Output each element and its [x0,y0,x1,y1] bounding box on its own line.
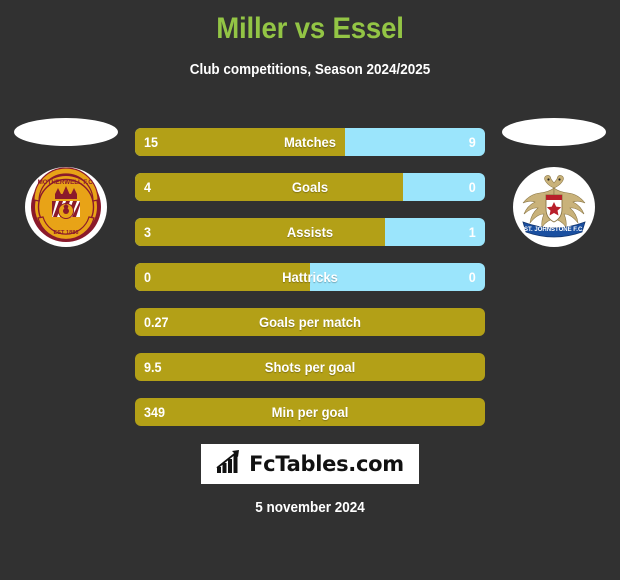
stat-row-min-per-goal: 349 Min per goal [135,398,485,426]
motherwell-fc-crest: MOTHERWELL F.C. EST 1886 [25,166,107,248]
svg-text:MOTHERWELL F.C.: MOTHERWELL F.C. [38,179,95,186]
page-subtitle: Club competitions, Season 2024/2025 [189,62,431,78]
stat-row-hattricks: 0 Hattricks 0 [135,263,485,291]
stat-label: Goals [291,179,329,195]
st-johnstone-fc-crest: ST. JOHNSTONE F.C. [513,166,595,248]
stat-row-goals-per-match: 0.27 Goals per match [135,308,485,336]
page-title: Miller vs Essel [216,12,404,45]
stats-list: 15 Matches 9 4 Goals 0 3 Assists 1 0 Hat… [135,128,485,443]
stat-label: Goals per match [258,314,362,330]
bar-chart-growth-icon [216,449,244,480]
away-value: 0 [468,269,476,285]
stat-label: Min per goal [271,404,349,420]
stat-label: Shots per goal [264,359,356,375]
away-player-photo [502,118,606,146]
svg-text:ST. JOHNSTONE F.C.: ST. JOHNSTONE F.C. [524,227,584,233]
away-value: 0 [468,179,476,195]
home-player-photo [14,118,118,146]
footer-logo-area: FcTables.com [0,444,620,484]
stat-label: Hattricks [282,269,338,285]
fctables-logo-text: FcTables.com [249,452,404,476]
away-value: 9 [468,134,476,150]
stat-row-goals: 4 Goals 0 [135,173,485,201]
stat-row-matches: 15 Matches 9 [135,128,485,156]
fctables-logo[interactable]: FcTables.com [201,444,419,484]
stat-label: Assists [286,224,334,240]
home-team-panel: MOTHERWELL F.C. EST 1886 [6,118,126,248]
stat-label: Matches [283,134,337,150]
stat-row-assists: 3 Assists 1 [135,218,485,246]
away-value: 1 [468,224,476,240]
date-label: 5 november 2024 [255,500,365,516]
away-team-panel: ST. JOHNSTONE F.C. [494,118,614,248]
stat-comparison-page: Miller vs Essel Club competitions, Seaso… [0,0,620,580]
svg-text:EST 1886: EST 1886 [54,230,79,236]
stat-row-shots-per-goal: 9.5 Shots per goal [135,353,485,381]
